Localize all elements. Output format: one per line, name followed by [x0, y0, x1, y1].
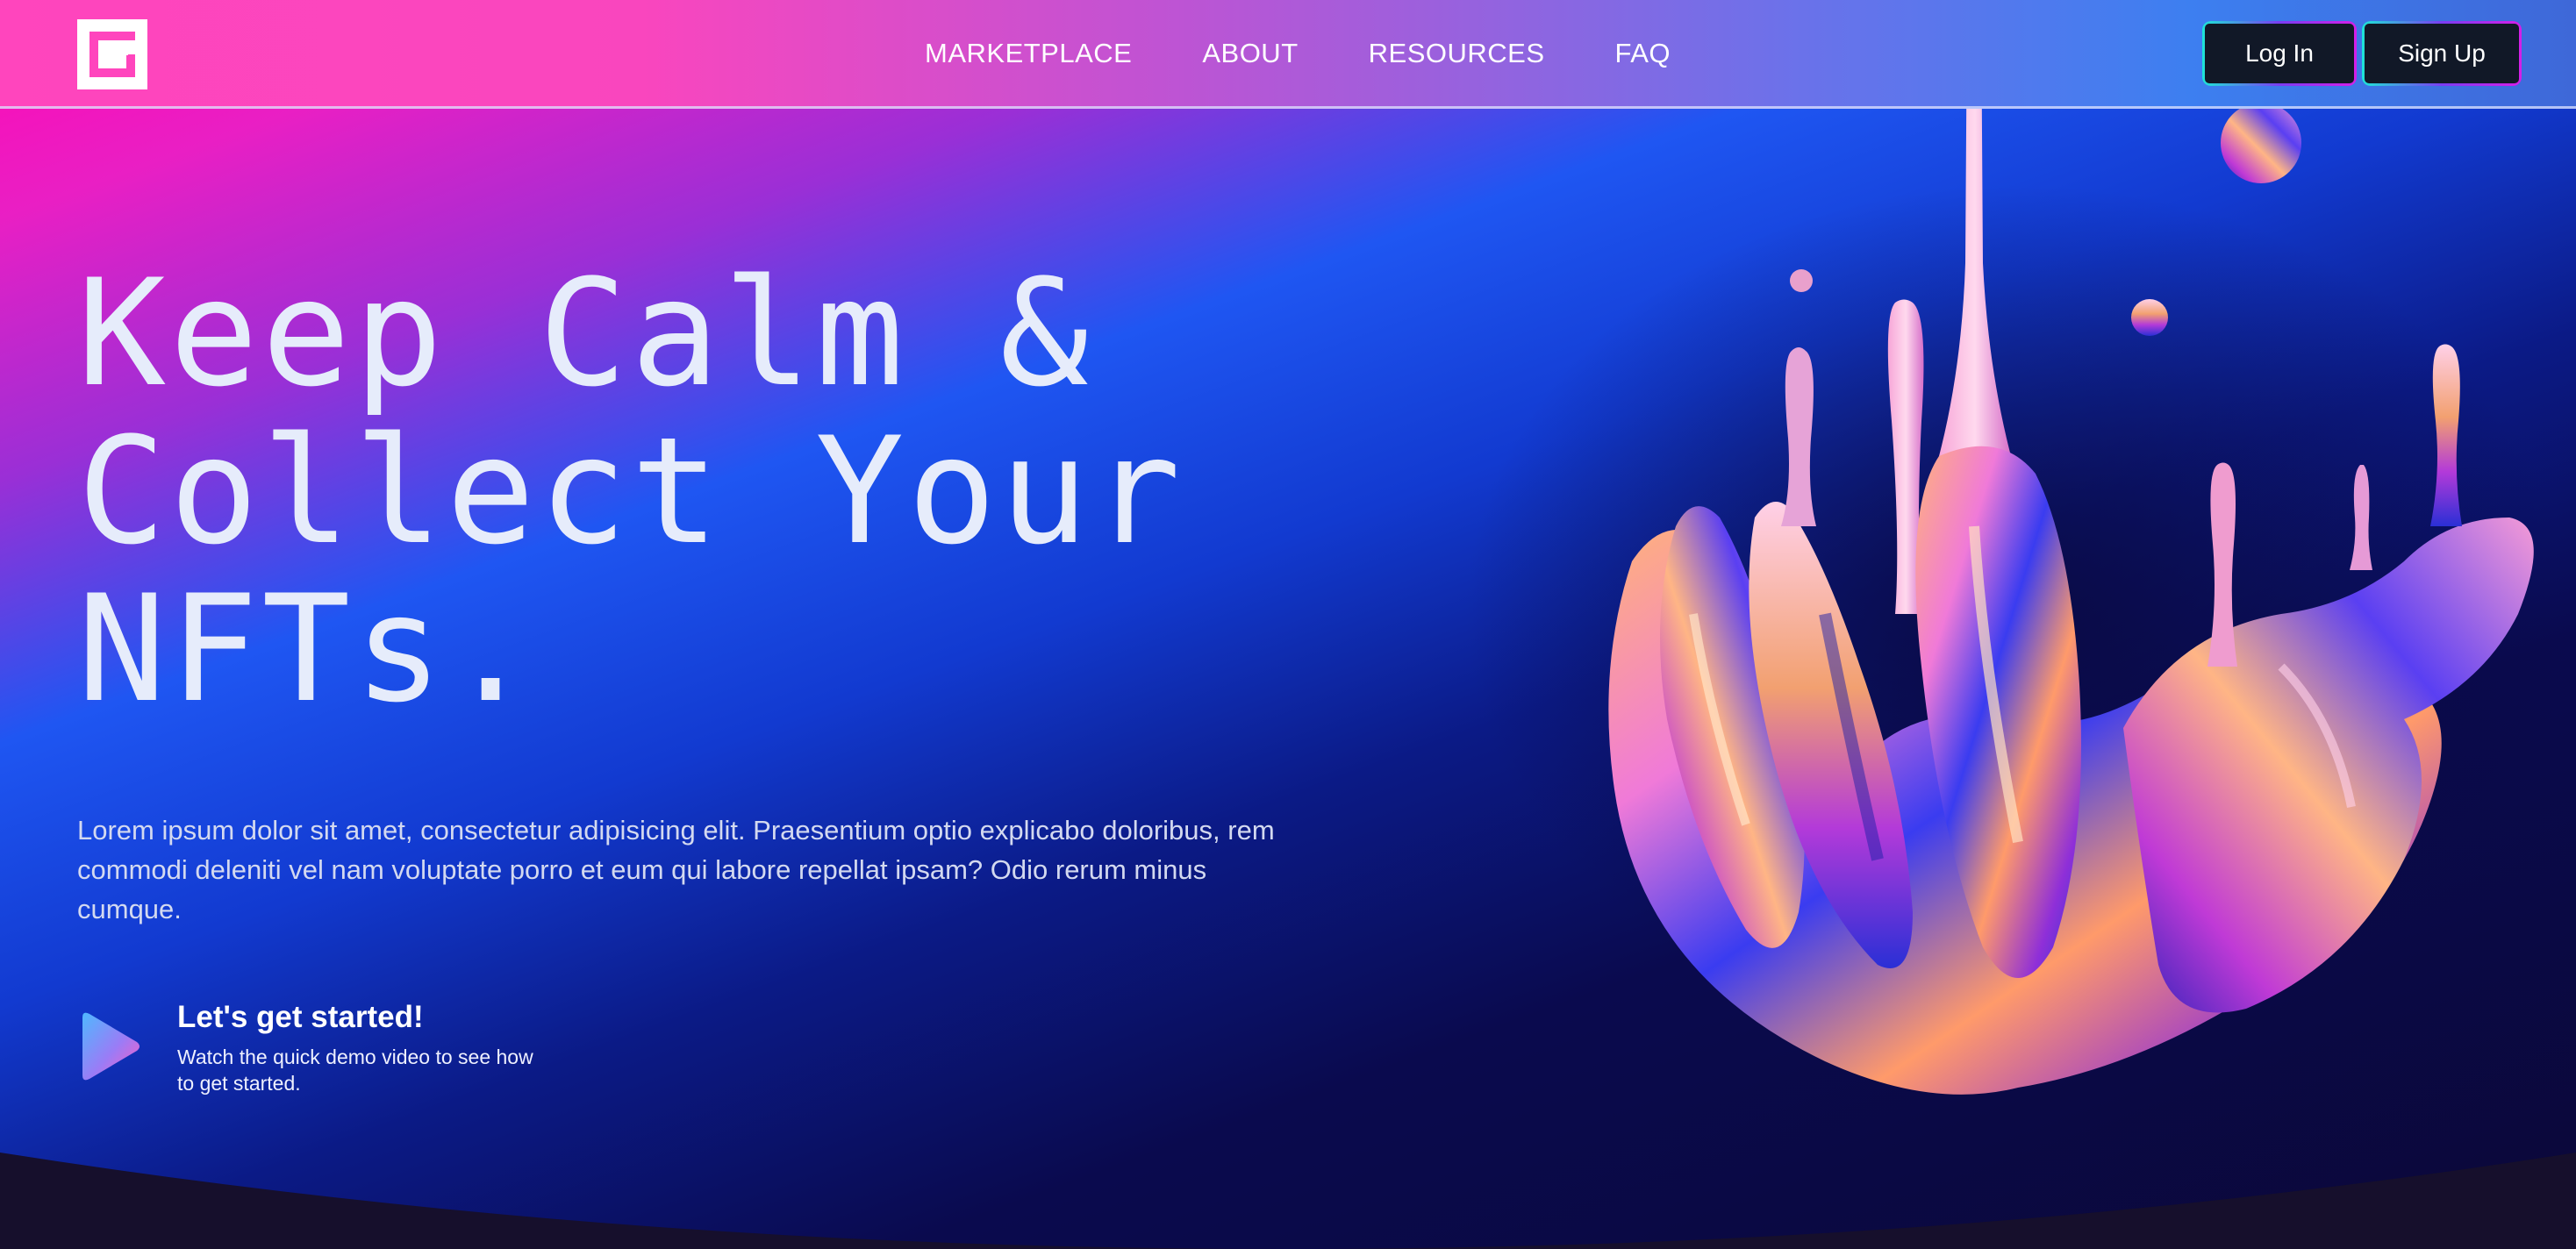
- bottom-curve-divider: [0, 1153, 2576, 1249]
- hero-description: Lorem ipsum dolor sit amet, consectetur …: [77, 815, 1275, 924]
- hero-title-line-3: NFTs.: [77, 563, 539, 735]
- get-started-cta[interactable]: Let's get started! Watch the quick demo …: [77, 996, 546, 1096]
- landing-page: MARKETPLACE ABOUT RESOURCES FAQ Log In S…: [0, 0, 2576, 1249]
- hero-title-line-2: Collect Your: [77, 405, 1184, 577]
- cta-text: Let's get started! Watch the quick demo …: [177, 996, 546, 1096]
- play-icon[interactable]: [77, 1010, 142, 1082]
- liquid-nft-artwork: [1608, 0, 2534, 1095]
- nav-about[interactable]: ABOUT: [1202, 38, 1298, 69]
- main-nav: MARKETPLACE ABOUT RESOURCES FAQ: [925, 33, 1671, 74]
- nav-faq[interactable]: FAQ: [1615, 38, 1671, 69]
- hero-title-line-1: Keep Calm &: [77, 247, 1092, 419]
- signup-button[interactable]: Sign Up: [2362, 21, 2522, 86]
- login-button[interactable]: Log In: [2202, 21, 2357, 86]
- auth-buttons: Log In Sign Up: [2202, 21, 2522, 86]
- cta-subtitle: Watch the quick demo video to see how to…: [177, 1046, 533, 1095]
- hero-title: Keep Calm & Collect Your NFTs.: [77, 247, 1184, 735]
- logo-icon[interactable]: [77, 19, 147, 89]
- cta-title: Let's get started!: [177, 1000, 424, 1034]
- nav-resources[interactable]: RESOURCES: [1369, 38, 1545, 69]
- nav-marketplace[interactable]: MARKETPLACE: [925, 38, 1132, 69]
- site-header: MARKETPLACE ABOUT RESOURCES FAQ Log In S…: [0, 0, 2576, 109]
